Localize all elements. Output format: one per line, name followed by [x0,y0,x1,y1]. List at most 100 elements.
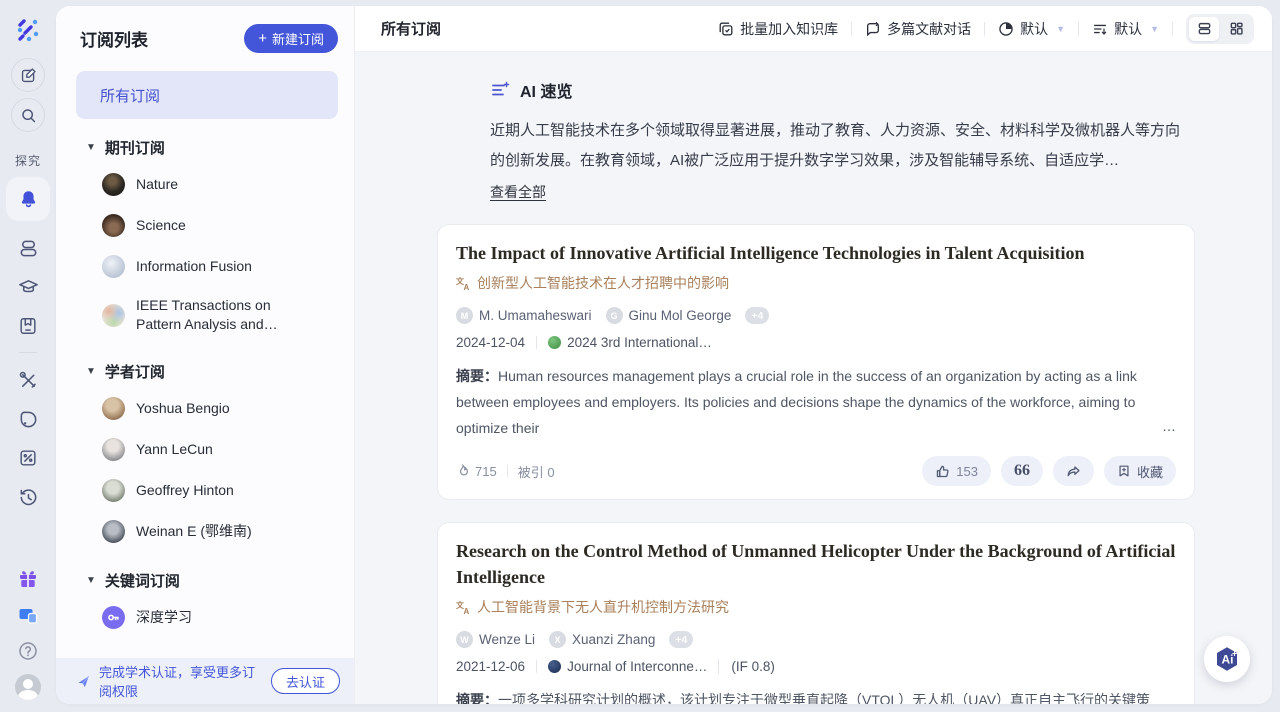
journal-avatar [102,255,125,278]
ai-assistant-fab[interactable]: Ai + [1204,636,1250,682]
scholar-cap-icon[interactable] [16,275,40,299]
sort-icon [1092,21,1108,37]
thumbs-up-icon [935,464,950,479]
pie-clock-icon [998,21,1014,37]
list-view-button[interactable] [1189,17,1219,41]
sidebar-item-journal[interactable]: Science [76,205,338,246]
toolbar-divider [984,22,985,36]
saved-icon[interactable] [16,314,40,338]
translate-icon: 文 A [456,600,471,615]
hot-stat: 715 [456,464,497,479]
copy-add-icon [718,21,734,37]
help-icon[interactable] [15,638,41,664]
section-scholar-subscriptions[interactable]: ▼ 学者订阅 [86,361,338,382]
rail-divider [19,352,37,353]
paper-title-translation[interactable]: 文 A 人工智能背景下无人直升机控制方法研究 [456,597,1176,617]
verify-banner-text: 完成学术认证，享受更多订阅权限 [99,662,263,700]
author-chip[interactable]: G Ginu Mol George [606,307,732,324]
abstract-label: 摘要： [456,692,498,704]
journal-avatar [102,173,125,196]
flame-icon [456,464,470,478]
paper-card: The Impact of Innovative Artificial Inte… [437,224,1195,500]
caret-down-icon: ▼ [86,142,96,153]
scholar-avatar [102,479,125,502]
sort-filter-dropdown[interactable]: 默认 ▼ [1092,19,1159,39]
tools-icon[interactable] [16,368,40,392]
sidebar-item-journal[interactable]: Nature [76,164,338,205]
abstract-label: 摘要： [456,368,498,384]
abstract-expand-ellipsis[interactable]: … [1162,413,1176,439]
author-initial-avatar: W [456,631,473,648]
batch-add-knowledge-button[interactable]: 批量加入知识库 [718,19,838,39]
paper-title[interactable]: The Impact of Innovative Artificial Inte… [456,240,1176,266]
user-avatar[interactable] [15,674,41,700]
time-filter-dropdown[interactable]: 默认 ▼ [998,19,1065,39]
authors-row: W Wenze Li X Xuanzi Zhang +4 [456,631,1176,648]
paper-title-translation[interactable]: 文 A 创新型人工智能技术在人才招聘中的影响 [456,273,1176,293]
sidebar-item-scholar[interactable]: Yann LeCun [76,429,338,470]
share-icon [1066,464,1081,479]
chat-icon [865,21,881,37]
subscriptions-bell-icon[interactable] [6,177,50,221]
chart-note-icon[interactable] [16,446,40,470]
sidebar-item-journal[interactable]: IEEE Transactions on Pattern Analysis an… [76,287,338,343]
grid-view-icon [1229,21,1244,36]
collect-button[interactable]: 收藏 [1104,456,1176,486]
author-initial-avatar: G [606,307,623,324]
ai-summary-icon [490,80,510,100]
sidebar-item-all-subscriptions[interactable]: 所有订阅 [76,71,338,119]
author-initial-avatar: M [456,307,473,324]
library-icon[interactable] [16,236,40,260]
stat-divider [507,465,508,477]
sidebar-title: 订阅列表 [80,26,148,51]
sidebar-item-scholar[interactable]: Geoffrey Hinton [76,470,338,511]
sidebar-item-journal[interactable]: Information Fusion [76,246,338,287]
author-chip[interactable]: X Xuanzi Zhang [549,631,655,648]
quote-button[interactable]: 66 [1001,456,1043,486]
more-authors-badge[interactable]: +4 [669,631,693,648]
ai-overview: AI 速览 近期人工智能技术在多个领域取得显著进展，推动了教育、人力资源、安全、… [437,78,1192,202]
view-toggle [1186,14,1254,44]
paper-title[interactable]: Research on the Control Method of Unmann… [456,538,1176,590]
meta-row: 2024-12-04 2024 3rd International… [456,335,1176,350]
multi-paper-chat-button[interactable]: 多篇文献对话 [865,19,971,39]
section-keyword-subscriptions[interactable]: ▼ 关键词订阅 [86,570,338,591]
author-chip[interactable]: M M. Umamaheswari [456,307,592,324]
devices-icon[interactable] [15,602,41,628]
new-subscription-button[interactable]: + 新建订阅 [244,24,338,53]
grid-view-button[interactable] [1221,17,1251,41]
lens-icon[interactable] [16,407,40,431]
search-icon[interactable] [11,98,45,132]
toolbar-divider [851,22,852,36]
page-title: 所有订阅 [381,18,441,39]
card-footer: 715 被引 0 153 6 [456,456,1176,486]
gift-icon[interactable] [15,566,41,592]
app-window: 探究 [0,0,1280,712]
caret-down-icon: ▼ [86,366,96,377]
caret-down-icon: ▼ [86,575,96,586]
section-journal-subscriptions[interactable]: ▼ 期刊订阅 [86,137,338,158]
history-icon[interactable] [16,485,40,509]
publish-date: 2021-12-06 [456,659,525,674]
app-logo-icon[interactable] [12,14,44,46]
feed-body: AI 速览 近期人工智能技术在多个领域取得显著进展，推动了教育、人力资源、安全、… [355,52,1272,704]
view-all-link[interactable]: 查看全部 [490,182,546,202]
chevron-down-icon: ▼ [1056,24,1065,34]
svg-text:A: A [464,607,470,615]
compose-icon[interactable] [11,58,45,92]
venue[interactable]: Journal of Interconne… [548,659,707,674]
subscription-sidebar: 订阅列表 + 新建订阅 所有订阅 ▼ 期刊订阅 Nature S [56,6,355,704]
author-chip[interactable]: W Wenze Li [456,631,535,648]
venue[interactable]: 2024 3rd International… [548,335,712,350]
share-button[interactable] [1053,456,1094,486]
plus-icon: + [258,31,267,46]
go-verify-button[interactable]: 去认证 [271,668,340,694]
sidebar-item-scholar[interactable]: Weinan E (鄂维南) [76,511,338,552]
sidebar-item-keyword[interactable]: 深度学习 [76,597,338,638]
scholar-avatar [102,397,125,420]
sidebar-item-scholar[interactable]: Yoshua Bengio [76,388,338,429]
icon-rail: 探究 [0,0,56,712]
venue-dot-icon [548,336,561,349]
like-button[interactable]: 153 [922,456,991,486]
more-authors-badge[interactable]: +4 [745,307,769,324]
